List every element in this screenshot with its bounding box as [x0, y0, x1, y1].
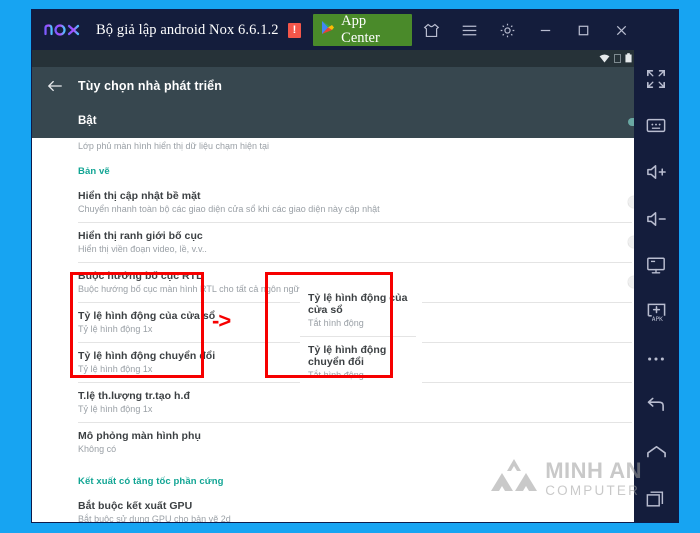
warning-badge[interactable]: !	[287, 22, 302, 38]
master-switch-label: Bật	[78, 115, 97, 127]
more-icon[interactable]	[634, 336, 678, 383]
row-subtitle: Tắt hình động	[308, 370, 364, 380]
setting-row[interactable]: Hiển thị cập nhật bề mặt Chuyển nhanh to…	[32, 183, 678, 222]
back-arrow-icon[interactable]	[32, 79, 78, 93]
row-subtitle: Không có	[78, 444, 117, 454]
play-store-icon	[321, 20, 335, 40]
watermark-line1: MINH AN	[545, 457, 642, 483]
row-title: Hiển thị ranh giới bố cục	[78, 230, 203, 242]
install-apk-icon[interactable]: APK	[634, 289, 678, 336]
watermark-line2: COMPUTER	[545, 482, 641, 498]
annotation-arrow: ->	[212, 308, 231, 333]
back-icon[interactable]	[634, 382, 678, 429]
after-row-window-animation-scale: Tỷ lệ hình động của cửa sổ Tắt hình động	[300, 285, 422, 336]
android-status-bar: 17:11	[32, 50, 678, 67]
gear-icon[interactable]	[488, 10, 526, 50]
keyboard-icon[interactable]	[634, 103, 678, 150]
fullscreen-icon[interactable]	[634, 56, 678, 103]
row-title: Mô phỏng màn hình phụ	[78, 430, 201, 442]
menu-icon[interactable]	[450, 10, 488, 50]
screenshot-root: Bộ giả lập android Nox 6.6.1.2 ! App Cen…	[0, 0, 700, 533]
android-action-bar: Tùy chọn nhà phát triển	[32, 67, 678, 104]
row-title: Bắt buộc kết xuất GPU	[78, 500, 193, 512]
section-header-drawing: Bản vẽ	[78, 166, 110, 177]
nox-logo-icon	[44, 20, 88, 40]
row-subtitle: Tỷ lệ hình động 1x	[78, 404, 153, 414]
setting-row-animator-duration-scale[interactable]: T.lệ th.lượng tr.tạo h.đ Tỷ lệ hình động…	[32, 383, 678, 422]
wifi-icon	[599, 50, 610, 68]
row-title: T.lệ th.lượng tr.tạo h.đ	[78, 390, 190, 402]
clipped-previous-row: Lớp phủ màn hình hiển thị dữ liệu chạm h…	[32, 138, 678, 152]
maximize-icon[interactable]	[564, 10, 602, 50]
developer-options-master-row[interactable]: Bật	[32, 104, 678, 138]
minh-an-mountain-icon	[491, 457, 538, 500]
app-center-label: App Center	[341, 13, 380, 46]
window-title: Bộ giả lập android Nox 6.6.1.2	[96, 21, 279, 38]
volume-up-icon[interactable]	[634, 149, 678, 196]
page-title: Tùy chọn nhà phát triển	[78, 78, 222, 93]
emulator-sidebar: APK	[634, 10, 678, 522]
shirt-icon[interactable]	[412, 10, 450, 50]
row-title: Buộc hướng bố cục RTL	[78, 270, 203, 282]
row-title: Tỷ lệ hình động của cửa sổ	[308, 292, 408, 316]
row-title: Tỷ lệ hình động chuyển đổi	[308, 344, 387, 368]
setting-row[interactable]: Hiển thị ranh giới bố cục Hiển thị viền …	[32, 223, 678, 262]
volume-down-icon[interactable]	[634, 196, 678, 243]
row-subtitle: Tắt hình động	[308, 318, 364, 328]
sim-icon	[613, 50, 621, 68]
battery-icon	[625, 50, 632, 68]
title-bar: Bộ giả lập android Nox 6.6.1.2 ! App Cen…	[32, 10, 678, 50]
row-subtitle: Bắt buộc sử dụng GPU cho bản vẽ 2d	[78, 514, 231, 522]
row-subtitle: Hiển thị viền đoạn video, lề, v.v..	[78, 244, 207, 254]
watermark-text: MINH AN COMPUTER	[545, 457, 642, 498]
after-row-transition-animation-scale: Tỷ lệ hình động chuyển đổi Tắt hình động	[300, 337, 422, 385]
row-subtitle: Chuyển nhanh toàn bộ các giao diện cửa s…	[78, 204, 380, 214]
row-title: Hiển thị cập nhật bề mặt	[78, 190, 201, 202]
app-center-button[interactable]: App Center	[313, 13, 412, 46]
nox-emulator-window: Bộ giả lập android Nox 6.6.1.2 ! App Cen…	[32, 10, 678, 522]
watermark-logo: MINH AN COMPUTER	[491, 457, 642, 500]
clipped-row-subtitle: Lớp phủ màn hình hiển thị dữ liệu chạm h…	[78, 141, 270, 151]
minimize-icon[interactable]	[526, 10, 564, 50]
svg-text:APK: APK	[651, 316, 662, 322]
screenshot-icon[interactable]	[634, 242, 678, 289]
after-state-panel: Tỷ lệ hình động của cửa sổ Tắt hình động…	[300, 285, 422, 385]
